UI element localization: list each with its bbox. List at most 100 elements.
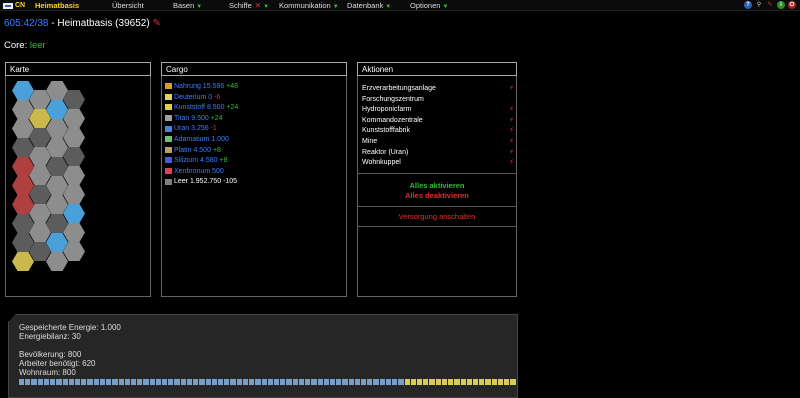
population-segment xyxy=(155,379,162,385)
base-header: 605:42/38 - Heimatbasis (39652) ✎ xyxy=(4,18,161,29)
logo[interactable]: CN xyxy=(3,2,29,10)
population-segment xyxy=(466,379,472,385)
edit-icon[interactable]: ✎ xyxy=(766,1,774,9)
building-row[interactable]: Mine ⚡ xyxy=(362,137,514,148)
building-list: Erzverarbeitungsanlage ⚡ Forschungszentru… xyxy=(362,84,514,169)
power-toggle-icon[interactable]: ⚡ xyxy=(509,126,514,137)
building-row[interactable]: Kommandozentrale ⚡ xyxy=(362,116,514,127)
population-segment xyxy=(93,379,99,385)
search-icon[interactable]: ⚲ xyxy=(755,1,763,9)
nav-item-uebersicht[interactable]: Übersicht xyxy=(112,1,144,10)
population-segment xyxy=(342,379,348,385)
population-segment xyxy=(429,379,435,385)
population-segment xyxy=(423,379,429,385)
aktionen-title: Aktionen xyxy=(357,62,517,76)
population-segment xyxy=(273,379,280,385)
chevron-down-icon: ▼ xyxy=(385,4,392,10)
nav-item-kommunikation[interactable]: Kommunikation ▼ xyxy=(279,1,339,10)
population-segment xyxy=(510,379,516,385)
population-segment xyxy=(491,379,497,385)
nav-item-datenbank[interactable]: Datenbank ▼ xyxy=(347,1,391,10)
workers-needed: Arbeiter benötigt: 620 xyxy=(19,359,96,368)
nav-item-basen[interactable]: Basen ▼ xyxy=(173,1,202,10)
population-segment xyxy=(193,379,199,385)
deactivate-all-button[interactable]: Alles deaktivieren xyxy=(358,191,516,200)
building-row[interactable]: Reaktor (Uran) ⚡ xyxy=(362,148,514,159)
cargo-item: Deuterium 0 -6 xyxy=(165,93,238,104)
population-segment xyxy=(298,379,305,385)
titan-icon xyxy=(165,114,172,121)
adamatium-icon xyxy=(165,136,172,143)
population-segment xyxy=(224,379,230,385)
silizium-icon xyxy=(165,157,172,164)
building-row[interactable]: Forschungszentrum xyxy=(362,95,514,106)
population-segment xyxy=(392,379,398,385)
power-toggle-icon[interactable]: ⚡ xyxy=(509,105,514,116)
population-segment xyxy=(149,379,155,385)
population-segment xyxy=(460,379,466,385)
karte-title: Karte xyxy=(5,62,151,76)
population-segment xyxy=(143,379,149,385)
deuterium-icon xyxy=(165,93,172,100)
population-segment xyxy=(249,379,255,385)
help-icon[interactable]: ? xyxy=(744,1,752,9)
population-segment xyxy=(435,379,441,385)
base-coordinates[interactable]: 605:42/38 xyxy=(4,18,49,29)
power-toggle-icon[interactable]: ⚡ xyxy=(509,84,514,95)
chevron-down-icon: ▼ xyxy=(196,4,203,10)
divider xyxy=(358,226,516,227)
population-segment xyxy=(497,379,504,385)
supply-toggle-button[interactable]: Versorgung anschalten xyxy=(358,212,516,221)
page-title: - Heimatbasis (39652) xyxy=(48,18,150,29)
cargo-item: Nahrung 15.586 +48 xyxy=(165,82,238,93)
cargo-item: Uran 3.256 -1 xyxy=(165,124,238,135)
population-segment xyxy=(25,379,31,385)
core-value[interactable]: leer xyxy=(30,40,46,51)
population-segment xyxy=(373,379,379,385)
activate-all-button[interactable]: Alles aktivieren xyxy=(358,181,516,190)
flag-icon xyxy=(3,3,13,9)
power-toggle-icon[interactable]: ⚡ xyxy=(509,137,514,148)
core-status: Core: leer xyxy=(4,40,46,51)
population-segment xyxy=(485,379,491,385)
population-segment xyxy=(236,379,242,385)
nav-item-heimatbasis[interactable]: Heimatbasis xyxy=(35,1,79,10)
population-segment xyxy=(367,379,373,385)
chevron-down-icon: ▼ xyxy=(442,4,449,10)
cargo-panel: Cargo Nahrung 15.586 +48 Deuterium 0 -6 … xyxy=(161,62,347,297)
population-segment xyxy=(124,379,130,385)
population-segment xyxy=(311,379,317,385)
population-segment xyxy=(137,379,143,385)
population-segment xyxy=(448,379,454,385)
population-segment xyxy=(479,379,485,385)
population-segment xyxy=(472,379,479,385)
building-row[interactable]: Erzverarbeitungsanlage ⚡ xyxy=(362,84,514,95)
karte-panel: Karte xyxy=(5,62,151,297)
power-toggle-icon[interactable]: ⚡ xyxy=(509,116,514,127)
info-icon[interactable]: i xyxy=(777,1,785,9)
population-segment xyxy=(354,379,361,385)
population-segment xyxy=(410,379,416,385)
nahrung-icon xyxy=(165,83,172,90)
rename-icon[interactable]: ✎ xyxy=(153,18,161,29)
chevron-down-icon: ▼ xyxy=(332,4,339,10)
population-segment xyxy=(180,379,186,385)
power-icon[interactable]: ⏻ xyxy=(788,1,796,9)
power-toggle-icon[interactable]: ⚡ xyxy=(509,158,514,169)
population-segment xyxy=(336,379,342,385)
nav-item-optionen[interactable]: Optionen ▼ xyxy=(410,1,448,10)
map-tile[interactable] xyxy=(12,252,34,271)
population-segment xyxy=(441,379,448,385)
population-segment xyxy=(43,379,50,385)
building-row[interactable]: Kunststofffabrik ⚡ xyxy=(362,126,514,137)
map-tile[interactable] xyxy=(46,252,68,271)
power-toggle-icon[interactable]: ⚡ xyxy=(509,148,514,159)
energy-panel: Gespeicherte Energie: 1.000 Energiebilan… xyxy=(8,314,518,398)
population-segment xyxy=(81,379,87,385)
building-row[interactable]: Hydroponicfarm ⚡ xyxy=(362,105,514,116)
building-row[interactable]: Wohnkuppel ⚡ xyxy=(362,158,514,169)
population-segment xyxy=(454,379,460,385)
nav-item-schiffe[interactable]: Schiffe ✕ ▼ xyxy=(229,1,269,10)
population-segment xyxy=(317,379,323,385)
cargo-item: Silizium 4.580 +8 xyxy=(165,156,238,167)
